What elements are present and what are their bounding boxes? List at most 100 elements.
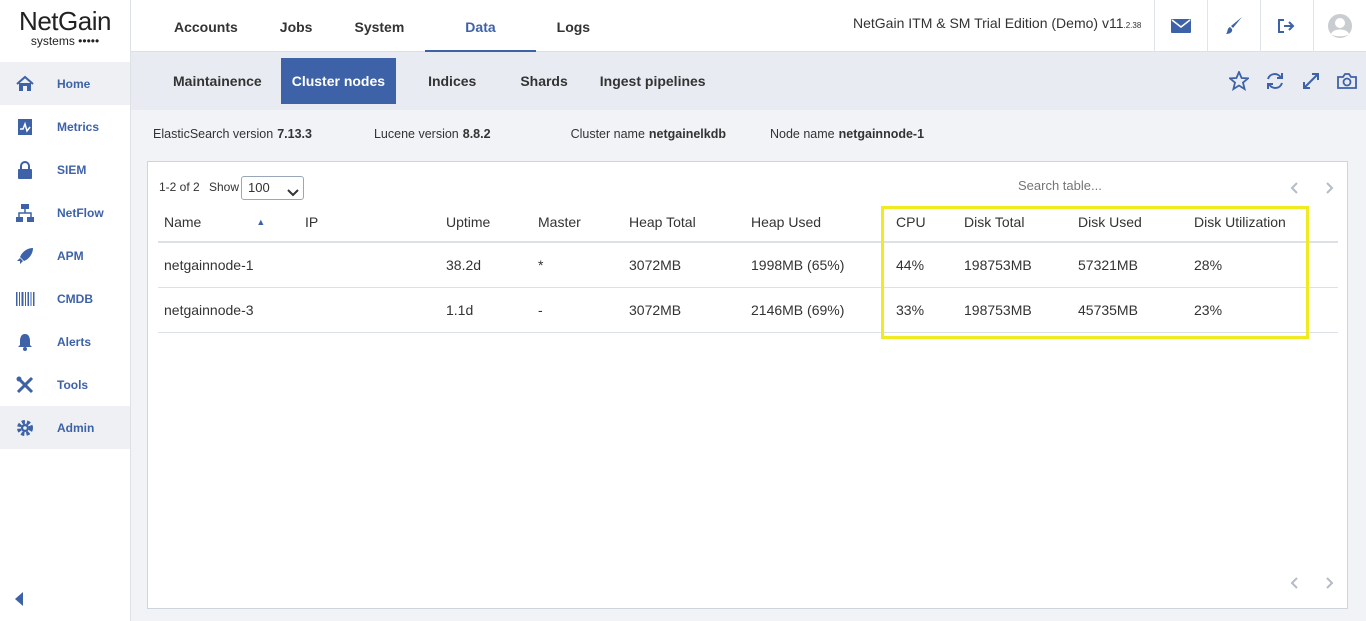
cell-ip bbox=[299, 287, 440, 333]
sidebar-item-apm[interactable]: APM bbox=[0, 234, 130, 277]
rocket-icon bbox=[14, 245, 36, 267]
column-header-label: Name bbox=[164, 213, 202, 230]
column-header-label: CPU bbox=[896, 213, 926, 230]
edition-version: .2.38 bbox=[1123, 21, 1142, 30]
cluster-info: ElasticSearch version 7.13.3 Lucene versi… bbox=[153, 127, 986, 141]
tab-data[interactable]: Data bbox=[425, 0, 536, 52]
node-name-label: Node name bbox=[770, 127, 835, 141]
next-page-icon[interactable] bbox=[1323, 575, 1337, 591]
column-header-label: Master bbox=[538, 213, 581, 230]
prev-page-icon[interactable] bbox=[1287, 575, 1301, 591]
cell-ip bbox=[299, 242, 440, 288]
sidebar-item-label: CMDB bbox=[57, 291, 93, 306]
cell-disk-total: 198753MB bbox=[958, 287, 1072, 333]
lock-icon bbox=[14, 159, 36, 181]
lucene-version-label: Lucene version bbox=[373, 127, 459, 141]
cell-cpu: 44% bbox=[890, 242, 958, 288]
column-header-heap-used[interactable]: Heap Used bbox=[745, 202, 890, 243]
column-header-disk-used[interactable]: Disk Used bbox=[1072, 202, 1188, 243]
cluster-name: Cluster name netgainelkdb bbox=[571, 127, 726, 141]
expand-icon[interactable] bbox=[1300, 70, 1322, 92]
next-page-icon[interactable] bbox=[1323, 180, 1337, 196]
es-version: ElasticSearch version 7.13.3 bbox=[153, 127, 312, 141]
table-row[interactable]: netgainnode-3 1.1d - 3072MB 2146MB (69%)… bbox=[158, 287, 1338, 333]
cell-cpu: 33% bbox=[890, 287, 958, 333]
tab-logs[interactable]: Logs bbox=[536, 0, 611, 52]
logout-icon[interactable] bbox=[1260, 0, 1313, 52]
collapse-sidebar-icon[interactable] bbox=[14, 591, 28, 609]
camera-icon[interactable] bbox=[1336, 70, 1358, 92]
sidebar-item-cmdb[interactable]: CMDB bbox=[0, 277, 130, 320]
column-header-uptime[interactable]: Uptime bbox=[440, 202, 532, 243]
column-header-ip[interactable]: IP bbox=[299, 202, 440, 243]
sidebar-item-label: SIEM bbox=[57, 162, 87, 177]
column-header-heap-total[interactable]: Heap Total bbox=[623, 202, 745, 243]
star-icon[interactable] bbox=[1228, 70, 1250, 92]
column-header-label: Disk Utilization bbox=[1194, 213, 1286, 230]
lucene-version-value: 8.8.2 bbox=[462, 127, 491, 141]
cell-heap-used: 2146MB (69%) bbox=[745, 287, 890, 333]
sidebar: NetGain systems ••••• Home Metrics SIEM … bbox=[0, 0, 131, 621]
logo[interactable]: NetGain systems ••••• bbox=[0, 0, 130, 62]
netflow-icon bbox=[14, 202, 36, 224]
column-header-name[interactable]: Name ▲ bbox=[158, 202, 299, 243]
cluster-name-label: Cluster name bbox=[570, 127, 645, 141]
subtab-cluster-nodes[interactable]: Cluster nodes bbox=[280, 58, 397, 104]
cell-uptime: 38.2d bbox=[440, 242, 532, 288]
cell-heap-total: 3072MB bbox=[623, 242, 745, 288]
subtab-shards[interactable]: Shards bbox=[509, 58, 578, 104]
sub-tabs: Maintainence Cluster nodes Indices Shard… bbox=[162, 58, 739, 104]
page-size-select[interactable]: 100 bbox=[241, 176, 304, 200]
cell-disk-utilization: 28% bbox=[1188, 242, 1338, 288]
page-size-value: 100 bbox=[248, 180, 270, 195]
top-nav: Accounts Jobs System Data Logs bbox=[153, 0, 611, 52]
sidebar-item-label: APM bbox=[57, 248, 84, 263]
table-row[interactable]: netgainnode-1 38.2d * 3072MB 1998MB (65%… bbox=[158, 242, 1338, 288]
cluster-name-value: netgainelkdb bbox=[648, 127, 726, 141]
sidebar-item-label: Metrics bbox=[57, 119, 100, 134]
subtab-maintainence[interactable]: Maintainence bbox=[162, 58, 273, 104]
column-header-label: Disk Total bbox=[964, 213, 1025, 230]
prev-page-icon[interactable] bbox=[1287, 180, 1301, 196]
tools-icon bbox=[14, 374, 36, 396]
column-header-master[interactable]: Master bbox=[532, 202, 623, 243]
sidebar-item-netflow[interactable]: NetFlow bbox=[0, 191, 130, 234]
column-header-disk-total[interactable]: Disk Total bbox=[958, 202, 1072, 243]
sidebar-item-alerts[interactable]: Alerts bbox=[0, 320, 130, 363]
cell-master: * bbox=[532, 242, 623, 288]
edition-text: NetGain ITM & SM Trial Edition (Demo) v1… bbox=[853, 15, 1124, 31]
mail-icon[interactable] bbox=[1154, 0, 1207, 52]
table-header-row: Name ▲ IP Uptime Master Heap Total Heap U… bbox=[158, 202, 1338, 243]
avatar[interactable] bbox=[1313, 0, 1366, 52]
sub-nav-bar: Maintainence Cluster nodes Indices Shard… bbox=[131, 52, 1366, 110]
tab-jobs[interactable]: Jobs bbox=[259, 0, 334, 52]
subtab-ingest-pipelines[interactable]: Ingest pipelines bbox=[589, 58, 717, 104]
column-header-cpu[interactable]: CPU bbox=[890, 202, 958, 243]
column-header-label: Disk Used bbox=[1078, 213, 1142, 230]
cell-name: netgainnode-3 bbox=[158, 287, 299, 333]
cell-heap-total: 3072MB bbox=[623, 287, 745, 333]
tab-system[interactable]: System bbox=[333, 0, 425, 52]
barcode-icon bbox=[14, 288, 36, 310]
sidebar-item-admin[interactable]: Admin bbox=[0, 406, 130, 449]
sub-actions bbox=[1228, 70, 1358, 92]
cell-heap-used: 1998MB (65%) bbox=[745, 242, 890, 288]
tab-accounts[interactable]: Accounts bbox=[153, 0, 259, 52]
column-header-label: IP bbox=[305, 213, 319, 230]
subtab-indices[interactable]: Indices bbox=[417, 58, 487, 104]
sidebar-item-label: Tools bbox=[57, 377, 89, 392]
sidebar-item-label: Home bbox=[57, 76, 91, 91]
pager-bottom bbox=[1287, 575, 1337, 591]
sort-ascending-icon: ▲ bbox=[256, 216, 266, 227]
sidebar-item-siem[interactable]: SIEM bbox=[0, 148, 130, 191]
sidebar-item-label: Alerts bbox=[57, 334, 92, 349]
es-version-label: ElasticSearch version bbox=[153, 127, 274, 141]
sidebar-item-tools[interactable]: Tools bbox=[0, 363, 130, 406]
column-header-disk-utilization[interactable]: Disk Utilization bbox=[1188, 202, 1338, 243]
search-input[interactable] bbox=[1016, 175, 1216, 197]
sidebar-item-home[interactable]: Home bbox=[0, 62, 130, 105]
refresh-icon[interactable] bbox=[1264, 70, 1286, 92]
sidebar-item-metrics[interactable]: Metrics bbox=[0, 105, 130, 148]
top-bar: Accounts Jobs System Data Logs NetGain I… bbox=[131, 0, 1366, 52]
brush-icon[interactable] bbox=[1207, 0, 1260, 52]
